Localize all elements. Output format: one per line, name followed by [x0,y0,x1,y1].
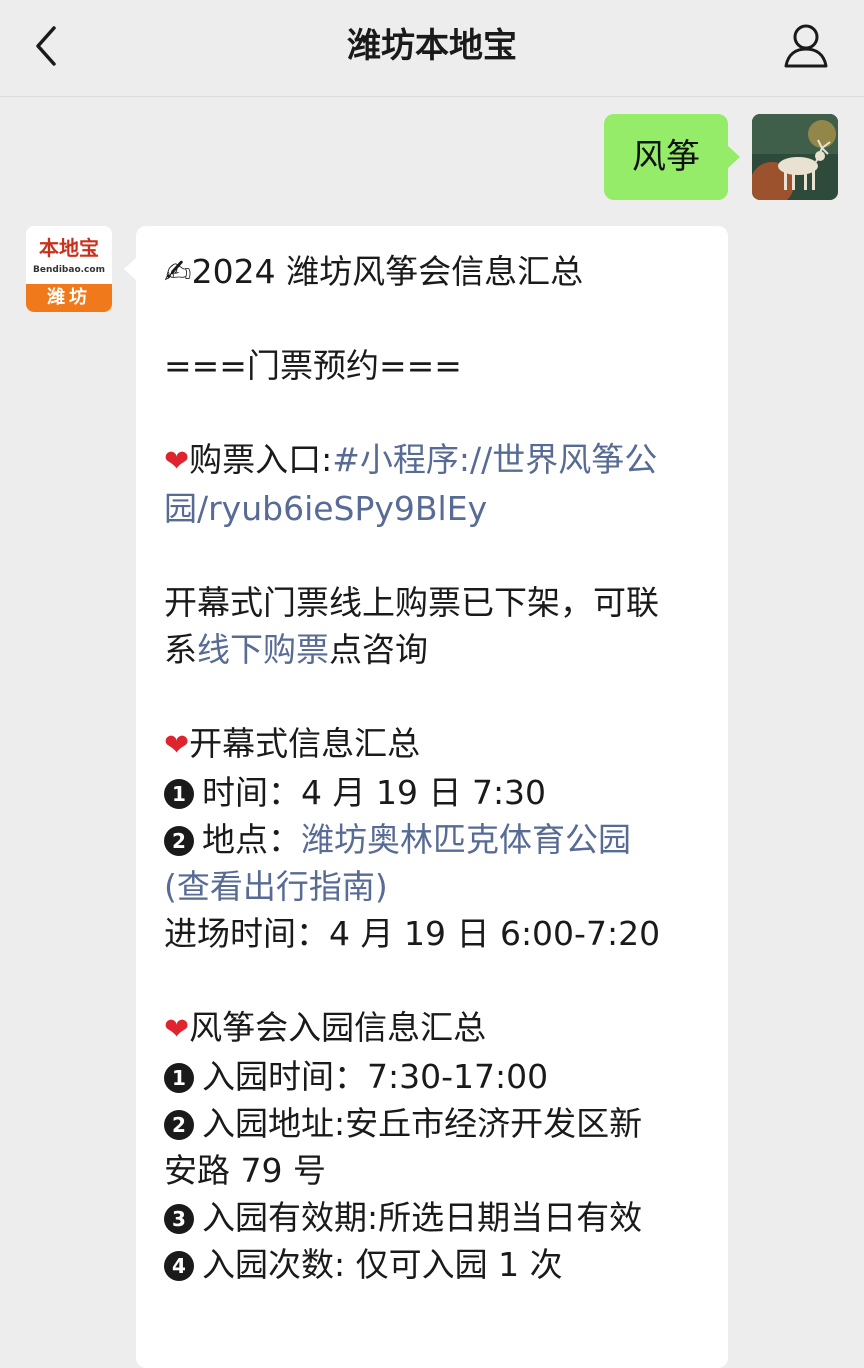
number-badge-4: 4 [164,1251,194,1281]
mini-program-link[interactable]: #小程序://世界风筝公 [332,440,657,479]
message-title: 2024 潍坊风筝会信息汇总 [191,252,584,291]
official-account-avatar[interactable]: 本地宝 Bendibao.com 潍坊 [26,226,112,312]
heart-icon: ❤ [164,728,190,763]
notice-text: 系 [164,630,197,669]
number-badge-1: 1 [164,779,194,809]
park-address-line: 2 入园地址:安丘市经济开发区新 [164,1100,702,1147]
outgoing-message-text: 风筝 [632,137,700,177]
number-badge-2: 2 [164,1110,194,1140]
number-badge-3: 3 [164,1204,194,1234]
heart-icon: ❤ [164,1012,190,1047]
top-navigation-bar: 潍坊本地宝 [0,0,864,97]
person-icon [784,24,828,68]
outgoing-message-bubble[interactable]: 风筝 [604,114,740,200]
profile-button[interactable] [780,20,832,72]
avatar-city-label: 潍坊 [26,284,112,312]
number-badge-1: 1 [164,1063,194,1093]
avatar-logo-area: 本地宝 Bendibao.com [26,226,112,284]
kite-title: 风筝会入园信息汇总 [189,1008,487,1047]
number-badge-2: 2 [164,826,194,856]
park-time: 入园时间：7:30-17:00 [202,1057,549,1096]
park-address-line-2: 安路 79 号 [164,1151,326,1190]
opening-time-line: 1 时间：4 月 19 日 7:30 [164,769,702,816]
travel-guide-line: (查看出行指南) [164,863,702,910]
park-validity: 入园有效期:所选日期当日有效 [202,1198,643,1237]
mini-program-link-cont[interactable]: 园/ryub6ieSPy9BlEy [164,489,487,528]
purchase-label: 购票入口: [189,440,333,479]
heart-icon: ❤ [164,444,190,479]
entry-time-line: 进场时间：4 月 19 日 6:00-7:20 [164,914,661,953]
avatar-logo-text: 本地宝 [39,236,99,260]
purchase-entry-line: ❤购票入口:#小程序://世界风筝公 [164,436,702,485]
park-validity-line: 3 入园有效期:所选日期当日有效 [164,1194,702,1241]
avatar-logo-subtext: Bendibao.com [33,265,105,275]
venue-link[interactable]: 潍坊奥林匹克体育公园 [301,820,631,859]
incoming-message-bubble: ✍2024 潍坊风筝会信息汇总 ===门票预约=== ❤购票入口:#小程序://… [124,226,728,1368]
page-title: 潍坊本地宝 [347,26,517,66]
opening-title: 开幕式信息汇总 [189,724,421,763]
user-avatar[interactable] [752,114,838,200]
notice-text-end: 点咨询 [329,630,428,669]
opening-place-line: 2 地点：潍坊奥林匹克体育公园 [164,816,702,863]
opening-info-heading: ❤开幕式信息汇总 [164,720,702,769]
travel-guide-link[interactable]: (查看出行指南) [164,867,388,906]
park-count: 入园次数: 仅可入园 1 次 [202,1245,563,1284]
opening-place-label: 地点： [202,820,301,859]
deer-painting-avatar-image [752,114,838,200]
park-address: 入园地址:安丘市经济开发区新 [202,1104,643,1143]
writing-hand-icon: ✍ [164,252,192,291]
park-time-line: 1 入园时间：7:30-17:00 [164,1053,702,1100]
offline-ticket-link[interactable]: 线下购票 [197,630,329,669]
opening-notice-line-2: 系线下购票点咨询 [164,626,702,673]
kite-park-heading: ❤风筝会入园信息汇总 [164,1004,702,1053]
opening-notice-line-1: 开幕式门票线上购票已下架，可联 [164,583,659,622]
section-tickets-heading: ===门票预约=== [164,346,462,385]
opening-time: 时间：4 月 19 日 7:30 [202,773,547,812]
message-title-line: ✍2024 潍坊风筝会信息汇总 [164,248,702,295]
purchase-link-line-2: 园/ryub6ieSPy9BlEy [164,485,702,532]
park-count-line: 4 入园次数: 仅可入园 1 次 [164,1241,702,1288]
